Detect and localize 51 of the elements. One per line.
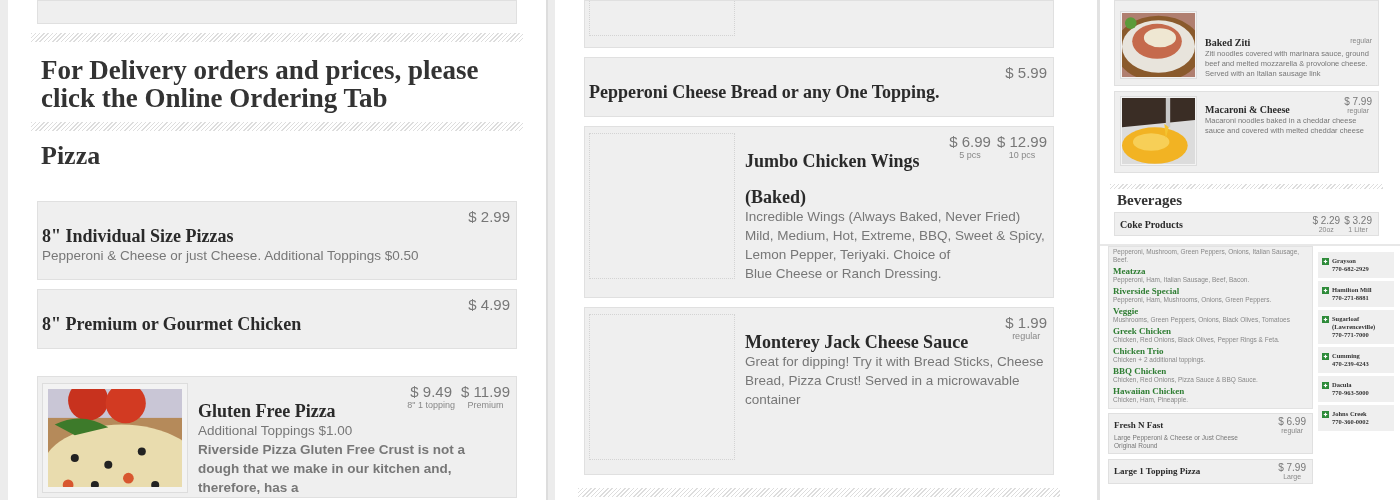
item-description: Great for dipping! Try it with Bread Sticks, Cheese Bread, Pizza Crust! Served in a microwavable container [745, 353, 1045, 409]
item-name: Pepperoni Cheese Bread or any One Topping. [589, 82, 940, 102]
item-name: Fresh N Fast [1114, 419, 1164, 431]
section-heading: Pizza [41, 141, 102, 171]
price: $ 12.99 [996, 133, 1047, 150]
item-description: Incredible Wings (Always Baked, Never Fried) Mild, Medium, Hot, Extreme, BBQ, Sweet & Spicy, Lemon Pepper, Teriyaki. Choice of Blue Cheese or Ranch Dressing. [745, 208, 1046, 283]
price: $ 6.99 [1278, 416, 1306, 427]
item-note: Riverside Pizza Gluten Free Crust is not a dough that we make in our kitchen and, therefore, has a [198, 441, 467, 497]
price-label: 10 pcs [1008, 150, 1036, 160]
item-name: Jumbo Chicken Wings [745, 151, 920, 171]
price: $ 7.99 [1344, 96, 1372, 107]
pizza-name: Hawaiian Chicken [1113, 386, 1186, 396]
plus-icon [1322, 382, 1329, 389]
price: $ 7.99 [1278, 462, 1306, 473]
price-label: 5 pcs [959, 150, 981, 160]
pizza-name: Chicken Trio [1113, 346, 1165, 356]
price: $ 2.29 [1312, 215, 1341, 226]
item-name: Baked Ziti [1205, 37, 1251, 49]
price-label: regular [1012, 331, 1041, 341]
pizza-name: Veggie [1113, 306, 1140, 316]
item-name: Large 1 Topping Pizza [1114, 465, 1201, 477]
item-name: Macaroni & Cheese [1205, 104, 1290, 116]
pizza-name: Greek Chicken [1113, 326, 1173, 336]
price: $ 6.99 [949, 133, 991, 150]
item-name: 8" Individual Size Pizzas [42, 226, 234, 246]
notice-heading: For Delivery orders and prices, please click the Online Ordering Tab [41, 56, 480, 112]
item-description: Pepperoni & Cheese or just Cheese. Additional Toppings $0.50 [42, 247, 420, 265]
price-label: Premium [467, 400, 504, 410]
item-name: Gluten Free Pizza [198, 401, 336, 421]
price: $ 1.99 [1005, 314, 1047, 331]
price: $ 11.99 [461, 383, 510, 400]
pizza-name: Riverside Special [1113, 286, 1181, 296]
pizza-name: Meatzza [1113, 266, 1147, 276]
item-name: Monterey Jack Cheese Sauce [745, 332, 969, 352]
pizza-name: BBQ Chicken [1113, 366, 1168, 376]
item-subtitle: (Baked) [745, 187, 807, 207]
item-name: 8" Premium or Gourmet Chicken [42, 314, 302, 334]
price-label: 8" 1 topping [407, 400, 456, 410]
plus-icon [1322, 258, 1329, 265]
price: $ 4.99 [468, 296, 510, 313]
plus-icon [1322, 411, 1329, 418]
item-description: Additional Toppings $1.00 [198, 422, 354, 440]
price: $ 3.29 [1344, 215, 1372, 226]
plus-icon [1322, 316, 1329, 323]
price: $ 5.99 [1005, 64, 1047, 81]
plus-icon [1322, 353, 1329, 360]
item-name: Coke Products [1120, 219, 1183, 231]
price: $ 9.49 [410, 383, 453, 400]
price: $ 2.99 [468, 208, 510, 225]
section-heading: Beverages [1117, 192, 1183, 209]
plus-icon [1322, 287, 1329, 294]
